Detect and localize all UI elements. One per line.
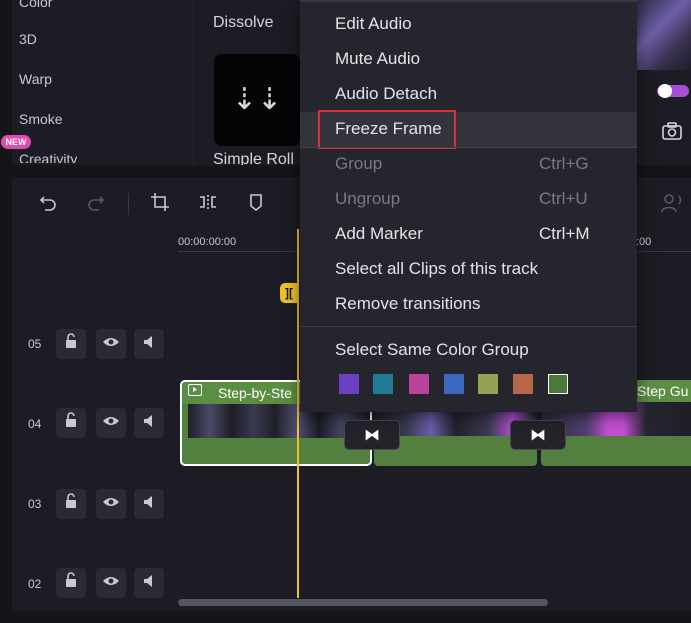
menu-item-group: Group	[335, 154, 383, 173]
menu-item-select-same-color-group[interactable]: Select Same Color Group	[335, 340, 529, 360]
transition-marker-icon[interactable]: ⧓	[344, 420, 400, 450]
speaker-icon[interactable]	[134, 568, 164, 598]
color-swatch-purple[interactable]	[339, 374, 359, 394]
color-swatch-magenta[interactable]	[409, 374, 429, 394]
marker-icon[interactable]	[244, 192, 268, 216]
ruler-end-time: :00	[636, 236, 652, 248]
shortcut-ungroup: Ctrl+U	[539, 189, 588, 208]
menu-item-select-all-clips[interactable]: Select all Clips of this track	[335, 259, 538, 279]
timeline-scrollbar[interactable]	[178, 599, 548, 606]
toolbar-separator	[128, 193, 129, 215]
category-warp[interactable]: Warp	[19, 71, 52, 87]
preview-image	[637, 0, 691, 70]
camera-icon[interactable]	[661, 120, 683, 142]
split-icon[interactable]	[196, 192, 220, 216]
menu-item-mute-audio[interactable]: Mute Audio	[335, 49, 420, 69]
menu-top-edge	[300, 0, 637, 2]
clip-audio-waveform	[188, 438, 370, 464]
lock-icon[interactable]	[56, 489, 86, 519]
speaker-icon[interactable]	[134, 329, 164, 359]
menu-item-edit-audio[interactable]: Edit Audio	[335, 14, 412, 34]
video-clip-icon	[188, 384, 202, 396]
redo-icon[interactable]	[84, 192, 108, 216]
color-swatch-blue[interactable]	[444, 374, 464, 394]
ruler-start-time: 00:00:00:00	[178, 236, 237, 248]
shortcut-add-marker: Ctrl+M	[539, 224, 590, 243]
eye-icon[interactable]	[96, 329, 126, 359]
eye-icon[interactable]	[96, 489, 126, 519]
transition-thumbnail[interactable]: ⇣⇣	[214, 54, 300, 146]
crop-icon[interactable]	[148, 192, 172, 216]
toggle-knob	[658, 84, 672, 98]
speaker-icon[interactable]	[134, 408, 164, 438]
lock-icon[interactable]	[56, 568, 86, 598]
menu-separator	[300, 326, 637, 327]
playhead-marker[interactable]: ][	[280, 283, 298, 303]
shortcut-group: Ctrl+G	[539, 154, 589, 173]
track-label-03: 03	[28, 497, 42, 511]
category-creativity[interactable]: Creativity	[19, 151, 77, 163]
transition-label-simple-roll: Simple Roll	[213, 151, 294, 165]
eye-icon[interactable]	[96, 568, 126, 598]
lock-icon[interactable]	[56, 329, 86, 359]
transition-label-dissolve: Dissolve	[213, 14, 274, 31]
lock-icon[interactable]	[56, 408, 86, 438]
menu-item-audio-detach[interactable]: Audio Detach	[335, 84, 437, 104]
color-swatch-teal[interactable]	[373, 374, 393, 394]
transition-marker-icon[interactable]: ⧓	[510, 420, 566, 450]
menu-item-add-marker[interactable]: Add Marker	[335, 224, 423, 244]
undo-icon[interactable]	[36, 192, 60, 216]
eye-icon[interactable]	[96, 408, 126, 438]
color-swatch-olive[interactable]	[478, 374, 498, 394]
voice-icon[interactable]	[660, 192, 684, 216]
annotation-highlight-box	[318, 110, 456, 149]
track-label-05: 05	[28, 337, 42, 351]
category-smoke[interactable]: Smoke	[19, 111, 63, 127]
color-swatch-orange[interactable]	[513, 374, 533, 394]
track-label-04: 04	[28, 417, 42, 431]
menu-separator	[300, 147, 637, 148]
color-swatch-green-selected[interactable]	[548, 374, 568, 394]
menu-item-ungroup: Ungroup	[335, 189, 401, 208]
speaker-icon[interactable]	[134, 489, 164, 519]
track-label-02: 02	[28, 577, 42, 591]
new-badge: NEW	[1, 135, 31, 149]
menu-item-remove-transitions[interactable]: Remove transitions	[335, 294, 481, 314]
category-color[interactable]: Color	[19, 0, 52, 10]
category-3d[interactable]: 3D	[19, 31, 37, 47]
